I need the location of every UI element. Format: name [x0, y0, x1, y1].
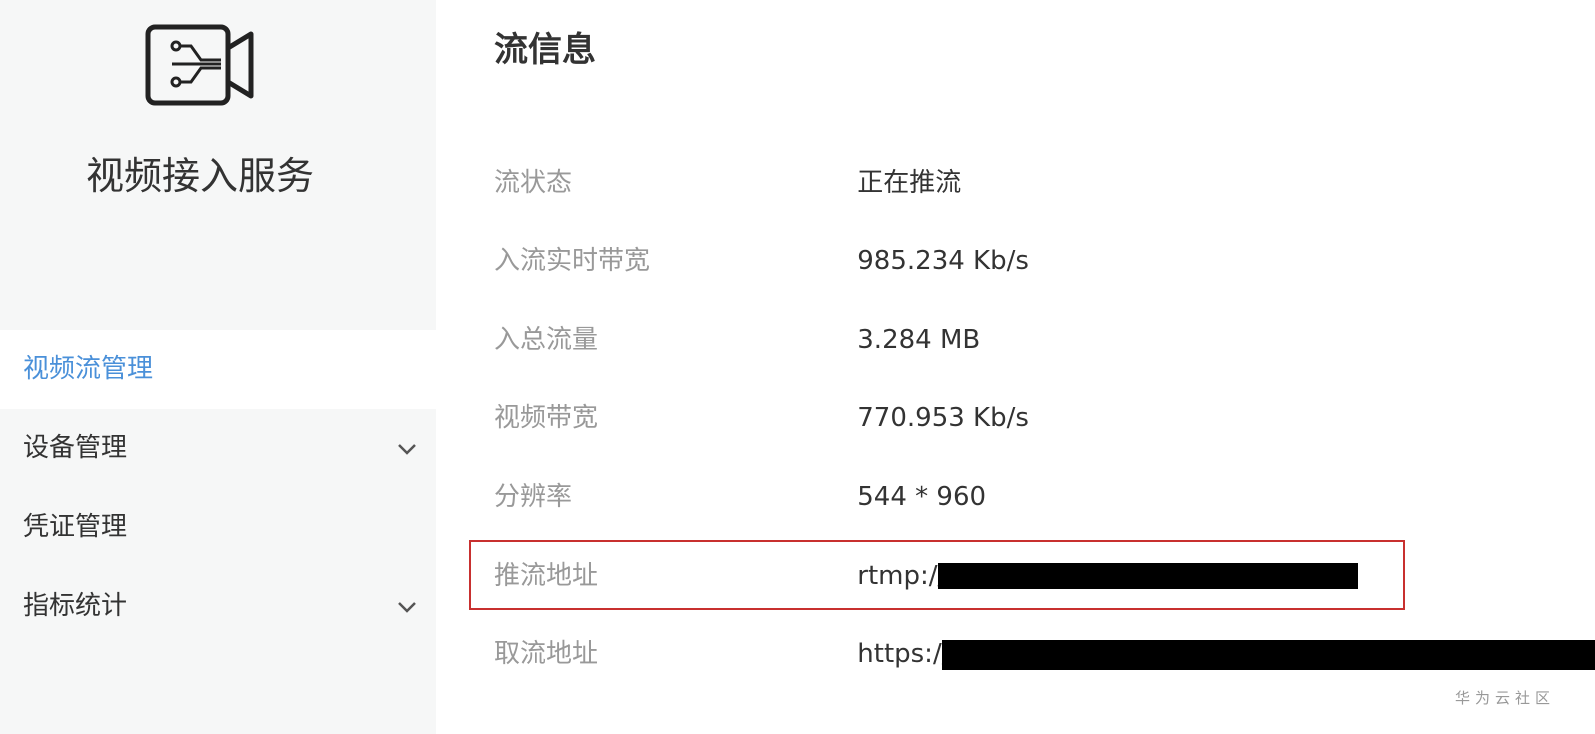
info-value: 544 * 960: [857, 482, 987, 512]
sidebar-item-label: 视频流管理: [23, 354, 154, 384]
sidebar-item-video-streams[interactable]: 视频流管理: [0, 330, 436, 409]
info-label: 推流地址: [494, 561, 599, 591]
chevron-down-icon[interactable]: [396, 596, 418, 618]
info-value: 985.234 Kb/s: [857, 246, 1029, 276]
info-value: 正在推流: [857, 168, 962, 198]
watermark: 华为云社区: [1454, 689, 1555, 707]
info-label: 视频带宽: [494, 403, 599, 433]
info-value: 3.284 MB: [857, 325, 981, 355]
page-title: 流信息: [494, 30, 596, 70]
redaction-bar: [938, 563, 1358, 589]
info-row-resolution: 分辨率 544 * 960: [494, 477, 986, 517]
info-row-stream-status: 流状态 正在推流: [494, 163, 961, 203]
info-row-video-bandwidth: 视频带宽 770.953 Kb/s: [494, 398, 1029, 438]
redaction-bar: [942, 640, 1595, 670]
video-camera-network-icon: [145, 24, 254, 106]
info-row-push-url: 推流地址 rtmp://: [494, 556, 946, 596]
info-row-inbound-bandwidth: 入流实时带宽 985.234 Kb/s: [494, 241, 1029, 281]
sidebar-item-devices[interactable]: 设备管理: [0, 409, 436, 488]
info-label: 分辨率: [494, 482, 573, 512]
sidebar-item-credentials[interactable]: 凭证管理: [0, 488, 436, 567]
info-label: 流状态: [494, 168, 573, 198]
sidebar: 视频接入服务 视频流管理 设备管理 凭证管理 指标统计: [0, 0, 436, 734]
sidebar-item-label: 设备管理: [23, 433, 128, 463]
info-label: 取流地址: [494, 639, 599, 669]
info-value[interactable]: https://: [857, 634, 950, 674]
sidebar-item-label: 指标统计: [23, 591, 128, 621]
service-title: 视频接入服务: [85, 154, 314, 198]
main-content: 流信息 流状态 正在推流 入流实时带宽 985.234 Kb/s 入总流量 3.…: [436, 0, 1595, 734]
info-label: 入流实时带宽: [494, 246, 651, 276]
info-label: 入总流量: [494, 325, 599, 355]
info-value: 770.953 Kb/s: [857, 403, 1029, 433]
sidebar-menu: 视频流管理 设备管理 凭证管理 指标统计: [0, 330, 436, 646]
info-row-pull-url: 取流地址 https://: [494, 634, 950, 674]
app-window: 视频接入服务 视频流管理 设备管理 凭证管理 指标统计 流信息 流状态 正在推流…: [0, 0, 1595, 734]
info-row-total-traffic: 入总流量 3.284 MB: [494, 320, 980, 360]
sidebar-item-metrics[interactable]: 指标统计: [0, 567, 436, 646]
chevron-down-icon[interactable]: [396, 438, 418, 460]
info-value[interactable]: rtmp://: [857, 556, 946, 596]
sidebar-item-label: 凭证管理: [23, 512, 128, 542]
